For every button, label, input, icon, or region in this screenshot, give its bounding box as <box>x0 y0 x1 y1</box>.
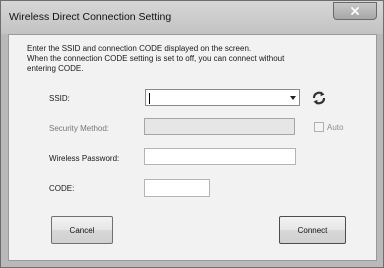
close-icon <box>351 7 359 15</box>
window-title: Wireless Direct Connection Setting <box>9 11 172 23</box>
security-method-label: Security Method: <box>49 124 110 133</box>
security-method-field <box>144 118 295 135</box>
refresh-icon <box>312 91 326 105</box>
wireless-password-field[interactable] <box>144 148 296 165</box>
dialog-window: Wireless Direct Connection Setting Enter… <box>0 0 384 268</box>
title-bar[interactable]: Wireless Direct Connection Setting <box>1 1 383 34</box>
code-field[interactable] <box>144 179 210 197</box>
instructions-text: Enter the SSID and connection CODE displ… <box>27 44 357 74</box>
instructions-line: When the connection CODE setting is set … <box>27 54 285 63</box>
text-caret <box>149 93 150 104</box>
ssid-label: SSID: <box>49 94 70 103</box>
instructions-line: Enter the SSID and connection CODE displ… <box>27 44 252 53</box>
close-button[interactable] <box>333 2 377 20</box>
chevron-down-icon[interactable] <box>290 96 296 100</box>
connect-button-label: Connect <box>297 225 328 235</box>
wireless-password-label: Wireless Password: <box>49 154 120 163</box>
cancel-button[interactable]: Cancel <box>51 216 113 244</box>
refresh-button[interactable] <box>310 89 328 107</box>
connect-button[interactable]: Connect <box>279 216 346 244</box>
instructions-line: entering CODE. <box>27 64 84 73</box>
auto-checkbox[interactable] <box>314 122 324 132</box>
code-label: CODE: <box>49 184 75 193</box>
ssid-combobox[interactable] <box>145 89 300 106</box>
auto-checkbox-label: Auto <box>327 123 344 132</box>
cancel-button-label: Cancel <box>69 225 95 235</box>
